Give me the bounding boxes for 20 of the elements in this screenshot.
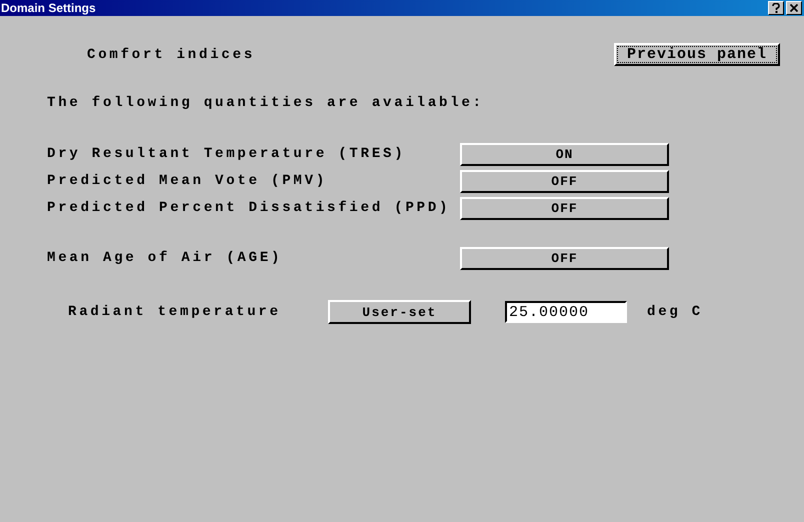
toggle-button[interactable]: OFF	[460, 170, 669, 192]
toggle-button[interactable]: ON	[460, 142, 669, 166]
intro-text: The following quantities are available:	[46, 94, 485, 111]
quantity-label: Predicted Mean Vote (PMV)	[47, 173, 328, 189]
toggle-button[interactable]: OFF	[460, 196, 669, 220]
temperature-field[interactable]: 25.00000	[505, 301, 627, 323]
close-icon	[790, 4, 798, 12]
unit-label: deg C	[647, 304, 704, 320]
window-title: Domain Settings	[1, 1, 97, 15]
panel-heading: Comfort indices	[87, 46, 256, 62]
close-button[interactable]	[786, 1, 802, 15]
toggle-button[interactable]: OFF	[460, 246, 669, 270]
help-button[interactable]	[768, 1, 784, 15]
quantity-label: Mean Age of Air (AGE)	[47, 250, 284, 266]
help-icon	[772, 3, 780, 13]
previous-panel-button[interactable]: Previous panel	[614, 43, 780, 66]
quantity-label: Dry Resultant Temperature (TRES)	[47, 146, 406, 162]
mode-button[interactable]: User-set	[328, 300, 471, 324]
quantity-label: Predicted Percent Dissatisfied (PPD)	[47, 200, 452, 216]
radiant-label: Radiant temperature	[68, 304, 282, 320]
